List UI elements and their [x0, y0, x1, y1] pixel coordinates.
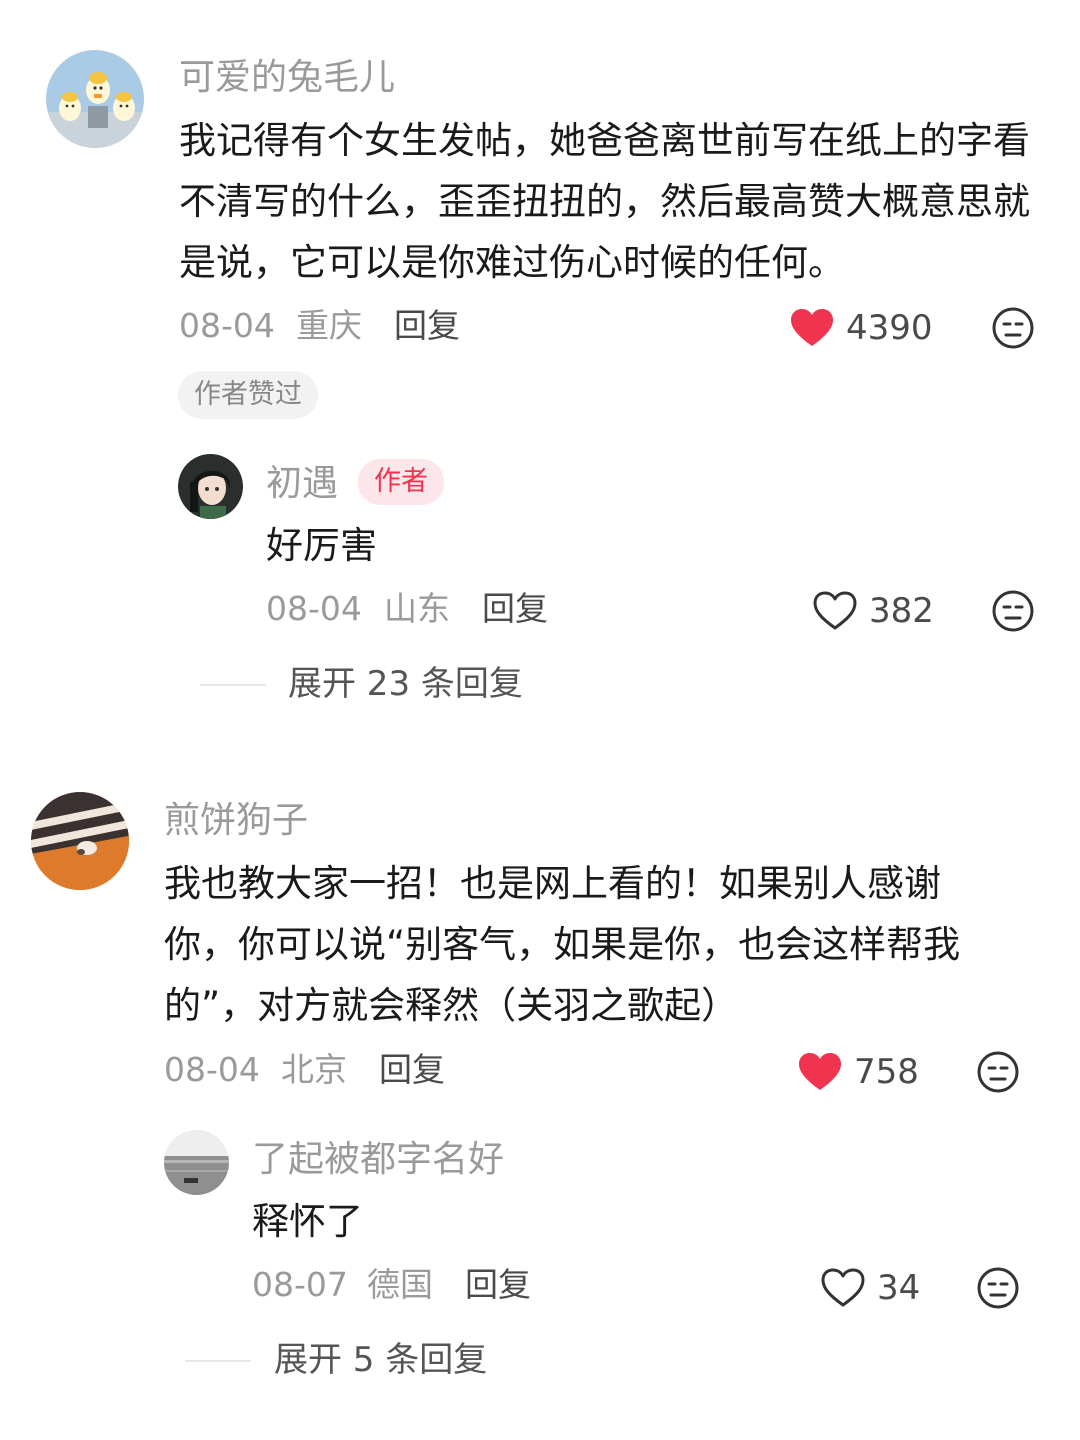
heart-outline-icon — [813, 591, 857, 630]
meh-face-icon — [992, 590, 1034, 632]
reply-location: 德国 — [367, 1265, 433, 1304]
striped-rug-avatar-icon — [31, 792, 129, 890]
like-count: 4390 — [846, 308, 933, 348]
reply-button[interactable]: 回复 — [379, 1050, 445, 1090]
like-count: 34 — [877, 1268, 921, 1308]
comment-date: 08-04 — [164, 1050, 260, 1089]
avatar[interactable] — [178, 454, 243, 519]
expand-replies-button[interactable]: 展开 23 条回复 — [288, 663, 523, 705]
reply-text: 好厉害 — [266, 524, 377, 567]
comment-date: 08-04 — [179, 306, 275, 345]
comment-location: 北京 — [281, 1050, 347, 1089]
like-button[interactable]: 4390 — [790, 306, 933, 350]
dislike-button[interactable] — [991, 306, 1035, 350]
avatar[interactable] — [31, 792, 129, 890]
username[interactable]: 可爱的兔毛儿 — [179, 56, 395, 100]
reply-button[interactable]: 回复 — [465, 1265, 531, 1305]
expand-divider — [185, 1360, 251, 1362]
meh-face-icon — [992, 307, 1034, 349]
heart-filled-icon — [791, 309, 833, 346]
reply-date: 08-04 — [266, 589, 362, 628]
author-liked-tag: 作者赞过 — [178, 371, 318, 419]
reply-button[interactable]: 回复 — [482, 589, 548, 629]
like-button[interactable]: 382 — [813, 589, 934, 633]
username[interactable]: 煎饼狗子 — [164, 799, 308, 843]
meh-face-icon — [977, 1051, 1019, 1093]
comment-text: 我记得有个女生发帖，她爸爸离世前写在纸上的字看不清写的什么，歪歪扭扭的，然后最高… — [179, 119, 1030, 284]
username[interactable]: 了起被都字名好 — [252, 1138, 504, 1182]
dislike-button[interactable] — [976, 1050, 1020, 1094]
anime-girl-avatar-icon — [178, 454, 243, 519]
author-badge: 作者 — [358, 459, 444, 505]
meh-face-icon — [977, 1267, 1019, 1309]
reply-location: 山东 — [384, 589, 450, 628]
like-button[interactable]: 758 — [798, 1050, 919, 1094]
expand-divider — [200, 684, 266, 686]
dislike-button[interactable] — [991, 589, 1035, 633]
comment-text: 我也教大家一招！也是网上看的！如果别人感谢你，你可以说“别客气，如果是你，也会这… — [164, 862, 961, 1027]
ducks-avatar-icon — [46, 50, 144, 148]
like-button[interactable]: 34 — [821, 1266, 920, 1310]
dislike-button[interactable] — [976, 1266, 1020, 1310]
username[interactable]: 初遇 — [266, 462, 338, 506]
sea-avatar-icon — [164, 1130, 229, 1195]
comment-location: 重庆 — [296, 306, 362, 345]
reply-button[interactable]: 回复 — [394, 306, 460, 346]
heart-outline-icon — [821, 1268, 865, 1307]
expand-replies-button[interactable]: 展开 5 条回复 — [274, 1339, 487, 1381]
like-count: 758 — [854, 1052, 919, 1092]
reply-text: 释怀了 — [252, 1200, 363, 1243]
avatar[interactable] — [46, 50, 144, 148]
like-count: 382 — [869, 591, 934, 631]
avatar[interactable] — [164, 1130, 229, 1195]
reply-date: 08-07 — [252, 1265, 348, 1304]
heart-filled-icon — [799, 1053, 841, 1090]
